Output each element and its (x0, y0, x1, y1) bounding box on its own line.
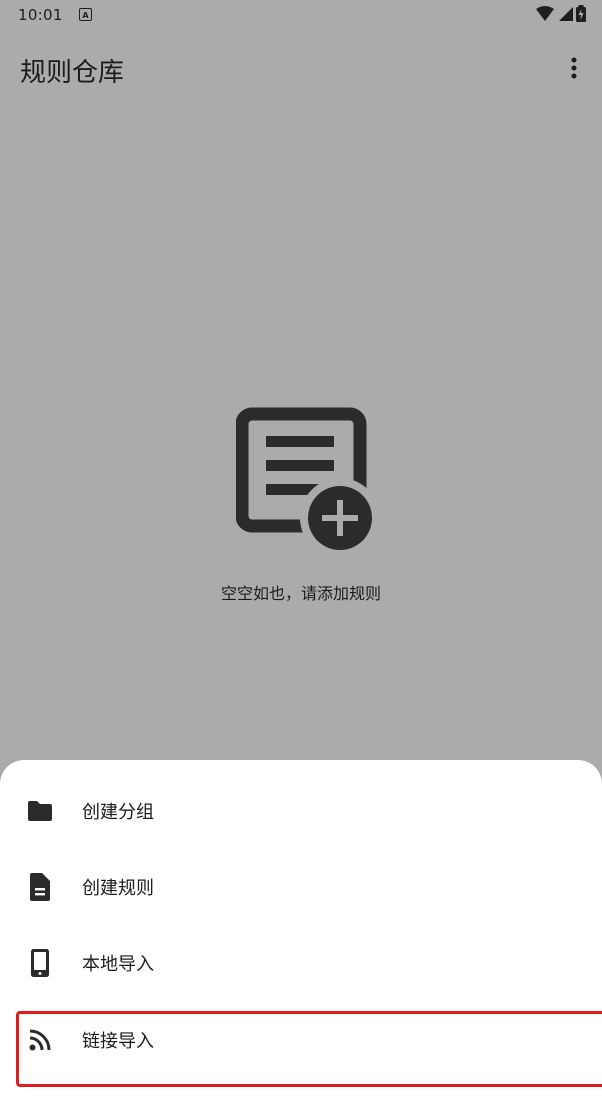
battery-charging-icon (576, 5, 586, 22)
empty-state: 空空如也，请添加规则 (0, 400, 602, 604)
folder-icon (26, 797, 54, 825)
phone-icon (26, 949, 54, 977)
toolbar: 规则仓库 (0, 32, 602, 108)
status-time: 10:01 (18, 6, 63, 24)
wifi-icon (536, 5, 554, 21)
notification-a-icon: A (79, 8, 92, 21)
local-import-label: 本地导入 (82, 954, 154, 975)
cellular-signal-icon (559, 6, 573, 21)
more-vertical-icon (571, 57, 577, 79)
document-icon (26, 873, 54, 901)
bottom-sheet: 创建分组 创建规则 本地导入 链接导入 (0, 760, 602, 1104)
create-rule-item[interactable]: 创建规则 (0, 849, 602, 925)
page-title: 规则仓库 (20, 58, 125, 88)
link-import-label: 链接导入 (82, 1031, 154, 1052)
status-icons (536, 5, 586, 22)
note-add-icon (236, 407, 380, 550)
rss-icon (26, 1026, 54, 1054)
local-import-item[interactable]: 本地导入 (0, 925, 602, 1001)
link-import-item[interactable]: 链接导入 (0, 1002, 602, 1078)
more-options-button[interactable] (562, 50, 586, 86)
status-bar: 10:01 A (0, 0, 602, 32)
create-rule-label: 创建规则 (82, 878, 154, 899)
create-group-item[interactable]: 创建分组 (0, 773, 602, 849)
create-group-label: 创建分组 (82, 802, 154, 823)
empty-state-text: 空空如也，请添加规则 (220, 584, 381, 603)
